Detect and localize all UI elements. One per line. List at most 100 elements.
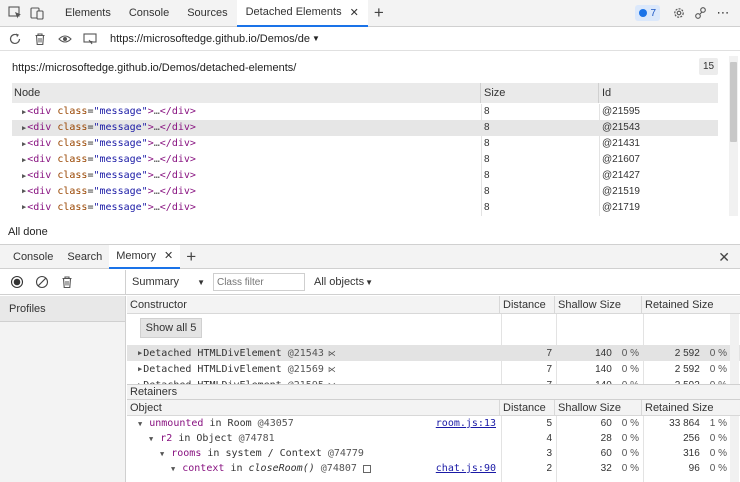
- table-row[interactable]: ▼ rooms in system / Context @74779 3 60 0…: [127, 446, 740, 461]
- column-header-object[interactable]: Object: [127, 399, 500, 416]
- retainers-table-header: Object Distance Shallow Size Retained Si…: [127, 399, 740, 416]
- view-select[interactable]: Summary ▼: [132, 276, 205, 288]
- store-as-global-icon[interactable]: [362, 464, 371, 473]
- close-tab-icon[interactable]: ✕: [164, 249, 173, 262]
- column-header-node[interactable]: Node: [12, 83, 481, 103]
- table-row[interactable]: ▼ context in closeRoom() @74807 chat.js:…: [127, 461, 740, 476]
- reveal-in-summary-icon[interactable]: ⋉: [328, 365, 336, 374]
- collapse-triangle-icon[interactable]: ▼: [160, 450, 164, 458]
- connected-users-icon[interactable]: [690, 2, 712, 24]
- target-url-select[interactable]: https://microsoftedge.github.io/Demos/de…: [110, 33, 320, 45]
- tab-label: Console: [128, 7, 170, 19]
- tab-sources[interactable]: Sources: [178, 0, 236, 27]
- memory-actions: [0, 269, 126, 295]
- table-row[interactable]: ▶ < div class = " message " >… </div > 8 @21427: [12, 168, 718, 184]
- row-id: @21719: [602, 201, 640, 213]
- more-options-icon[interactable]: ⋯: [712, 2, 734, 24]
- expand-triangle-icon[interactable]: ▶: [22, 156, 26, 164]
- record-icon[interactable]: [6, 271, 28, 293]
- detached-page-url: https://microsoftedge.github.io/Demos/de…: [12, 62, 297, 74]
- expand-triangle-icon[interactable]: ▶: [22, 108, 26, 116]
- row-distance: 3: [546, 448, 552, 459]
- scrollbar-thumb[interactable]: [730, 62, 737, 142]
- tab-console[interactable]: Console: [120, 0, 178, 27]
- table-row[interactable]: ▶ < div class = " message " >… </div > 8 @21431: [12, 136, 718, 152]
- column-header-retained-size[interactable]: Retained Size: [642, 400, 730, 416]
- column-header-retained-size[interactable]: Retained Size: [642, 296, 730, 314]
- detached-scrollbar[interactable]: [729, 56, 738, 216]
- class-filter-input[interactable]: [212, 273, 305, 291]
- constructor-scrollbar[interactable]: [730, 314, 739, 384]
- row-id: @21427: [602, 170, 640, 181]
- detached-count-badge: 15: [699, 58, 718, 75]
- table-row[interactable]: ▼ r2 in Object @74781 4 28 0 % 256 0 %: [127, 431, 740, 446]
- show-all-button[interactable]: Show all 5: [140, 318, 202, 338]
- table-row[interactable]: ▶ < div class = " message " >… </div > 8 @21607: [12, 152, 718, 168]
- table-row-selected[interactable]: ▶ Detached HTMLDivElement @21543 ⋉ 7 140 0 …: [127, 345, 740, 361]
- drawer-tab-search[interactable]: Search: [60, 245, 109, 269]
- column-header-shallow-size[interactable]: Shallow Size: [555, 399, 642, 416]
- row-id: @21431: [602, 138, 640, 150]
- drawer-tab-bar: Console Search Memory ✕ + ✕: [0, 244, 740, 269]
- retainers-scrollbar[interactable]: [730, 416, 739, 482]
- issues-badge[interactable]: 7: [635, 5, 660, 21]
- close-drawer-icon[interactable]: ✕: [718, 249, 730, 266]
- source-link[interactable]: room.js:13: [436, 418, 496, 429]
- collapse-triangle-icon[interactable]: ▼: [149, 435, 153, 443]
- message-icon: [639, 9, 648, 17]
- inspect-element-icon[interactable]: [4, 2, 26, 24]
- column-header-distance[interactable]: Distance: [500, 399, 555, 416]
- sidebar-item-profiles[interactable]: Profiles: [0, 296, 125, 322]
- column-header-id[interactable]: Id: [599, 87, 611, 99]
- tab-detached-elements[interactable]: Detached Elements ✕: [236, 0, 368, 27]
- tab-label: Detached Elements: [245, 6, 342, 18]
- tab-elements[interactable]: Elements: [56, 0, 120, 27]
- gear-icon[interactable]: [668, 2, 690, 24]
- add-drawer-tab-icon[interactable]: +: [180, 246, 202, 268]
- status-text: All done: [8, 226, 48, 238]
- device-emulation-icon[interactable]: [26, 2, 48, 24]
- collapse-triangle-icon[interactable]: ▼: [171, 465, 175, 473]
- constructor-table-header: Constructor Distance Shallow Size Retain…: [127, 295, 740, 314]
- table-row-selected[interactable]: ▶ < div class = " message " >… </div > 8 @21543: [12, 119, 718, 136]
- expand-triangle-icon[interactable]: ▶: [22, 172, 26, 180]
- cast-screen-icon[interactable]: [79, 28, 101, 50]
- expand-triangle-icon[interactable]: ▶: [138, 349, 142, 357]
- expand-triangle-icon[interactable]: ▶: [138, 365, 142, 373]
- devtools-tab-bar: Elements Console Sources Detached Elemen…: [0, 0, 740, 27]
- view-select-value: Summary: [132, 276, 180, 288]
- expand-triangle-icon[interactable]: ▶: [22, 187, 26, 195]
- objects-select[interactable]: All objects ▼: [314, 276, 373, 288]
- trash-icon[interactable]: [56, 271, 78, 293]
- column-header-distance[interactable]: Distance: [500, 295, 555, 314]
- column-header-constructor[interactable]: Constructor: [127, 295, 500, 314]
- column-header-size[interactable]: Size: [481, 83, 599, 103]
- eye-icon[interactable]: [54, 28, 76, 50]
- drawer-tab-memory[interactable]: Memory ✕: [109, 244, 181, 269]
- drawer-tab-console[interactable]: Console: [6, 245, 60, 269]
- refresh-icon[interactable]: [4, 28, 26, 50]
- table-row[interactable]: ▶ Detached HTMLDivElement @21569 ⋉ 7 140 0 …: [127, 361, 740, 377]
- row-id: @21595: [602, 106, 640, 118]
- reveal-in-summary-icon[interactable]: ⋉: [328, 349, 336, 358]
- row-distance: 2: [546, 463, 552, 474]
- add-tab-icon[interactable]: +: [368, 2, 390, 24]
- detached-table-header: Node Size Id: [12, 83, 718, 103]
- table-row[interactable]: ▶ < div class = " message " >… </div > 8 @21595: [12, 104, 718, 120]
- clear-icon[interactable]: [31, 271, 53, 293]
- row-id: @21543: [602, 122, 640, 134]
- source-link[interactable]: chat.js:90: [436, 463, 496, 474]
- profiles-sidebar: Profiles: [0, 296, 126, 482]
- expand-triangle-icon[interactable]: ▶: [22, 140, 26, 148]
- collapse-triangle-icon[interactable]: ▼: [138, 420, 142, 428]
- close-tab-icon[interactable]: ✕: [350, 6, 359, 19]
- row-size: 8: [484, 170, 490, 181]
- trash-icon[interactable]: [29, 28, 51, 50]
- expand-triangle-icon[interactable]: ▶: [22, 124, 26, 132]
- table-row[interactable]: ▶ < div class = " message " >… </div > 8 @21519: [12, 183, 718, 199]
- expand-triangle-icon[interactable]: ▶: [22, 203, 26, 211]
- table-row[interactable]: ▼ unmounted in Room @43057 room.js:13 5 6…: [127, 416, 740, 431]
- table-row[interactable]: ▶ < div class = " message " >… </div > 8 @21719: [12, 199, 718, 215]
- column-header-shallow-size[interactable]: Shallow Size: [555, 295, 642, 314]
- row-id: @21607: [602, 154, 640, 166]
